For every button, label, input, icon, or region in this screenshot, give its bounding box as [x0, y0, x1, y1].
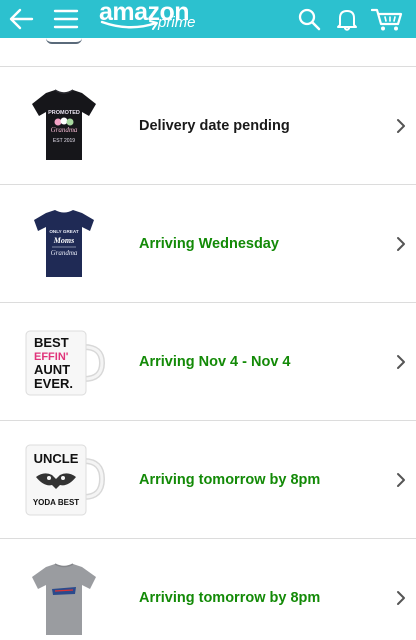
logo-smile-icon — [100, 20, 158, 30]
thumb-text-3: Grandma — [51, 249, 78, 257]
list-item-partial[interactable] — [0, 38, 416, 67]
thumb-text-1: BEST — [34, 335, 69, 350]
product-thumbnail: PROMOTED Grandma EST 2019 — [22, 89, 106, 163]
delivery-status: Arriving Nov 4 - Nov 4 — [139, 353, 291, 370]
hamburger-menu-icon[interactable] — [50, 0, 82, 38]
thumb-text-2: Grandma — [51, 126, 78, 134]
product-thumbnail: UNCLE YODA BEST — [22, 443, 106, 517]
delivery-status: Arriving tomorrow by 8pm — [139, 471, 321, 488]
orders-screen: amazon prime PROMOTED Grandma EST 2019 D… — [0, 0, 416, 640]
top-navigation-bar: amazon prime — [0, 0, 416, 38]
order-row[interactable]: PROMOTED Grandma EST 2019 Delivery date … — [0, 67, 416, 185]
product-thumbnail — [22, 561, 106, 635]
delivery-status: Arriving Wednesday — [139, 235, 279, 252]
bell-icon[interactable] — [330, 0, 364, 38]
product-thumbnail-partial — [46, 38, 82, 44]
order-row[interactable]: ONLY GREAT Moms Grandma Arriving Wednesd… — [0, 185, 416, 303]
back-arrow-icon[interactable] — [4, 0, 38, 38]
delivery-status: Delivery date pending — [139, 117, 290, 134]
chevron-right-icon — [392, 303, 410, 420]
order-row[interactable]: UNCLE YODA BEST Arriving tomorrow by 8pm — [0, 421, 416, 539]
chevron-right-icon — [392, 421, 410, 538]
product-thumbnail: ONLY GREAT Moms Grandma — [22, 207, 106, 281]
amazon-prime-logo[interactable]: amazon prime — [96, 0, 206, 37]
product-thumbnail: BEST EFFIN' AUNT EVER. — [22, 325, 106, 399]
cart-icon[interactable] — [367, 0, 407, 38]
delivery-status: Arriving tomorrow by 8pm — [139, 589, 321, 606]
orders-list: PROMOTED Grandma EST 2019 Delivery date … — [0, 38, 416, 640]
thumb-text-4: EVER. — [34, 376, 73, 391]
order-row[interactable]: Arriving tomorrow by 8pm — [0, 539, 416, 640]
thumb-text-1: PROMOTED — [48, 110, 80, 116]
thumb-text-3: EST 2019 — [53, 138, 75, 144]
thumb-text-2: Moms — [53, 236, 74, 245]
thumb-text-3: AUNT — [34, 362, 70, 377]
search-icon[interactable] — [292, 0, 326, 38]
order-row[interactable]: BEST EFFIN' AUNT EVER. Arriving Nov 4 - … — [0, 303, 416, 421]
chevron-right-icon — [392, 539, 410, 640]
chevron-right-icon — [392, 67, 410, 184]
chevron-right-icon — [392, 185, 410, 302]
thumb-text-1: UNCLE — [34, 451, 79, 466]
logo-prime-label: prime — [158, 14, 196, 31]
thumb-text-2: YODA BEST — [33, 498, 79, 507]
thumb-text-1: ONLY GREAT — [49, 229, 78, 234]
